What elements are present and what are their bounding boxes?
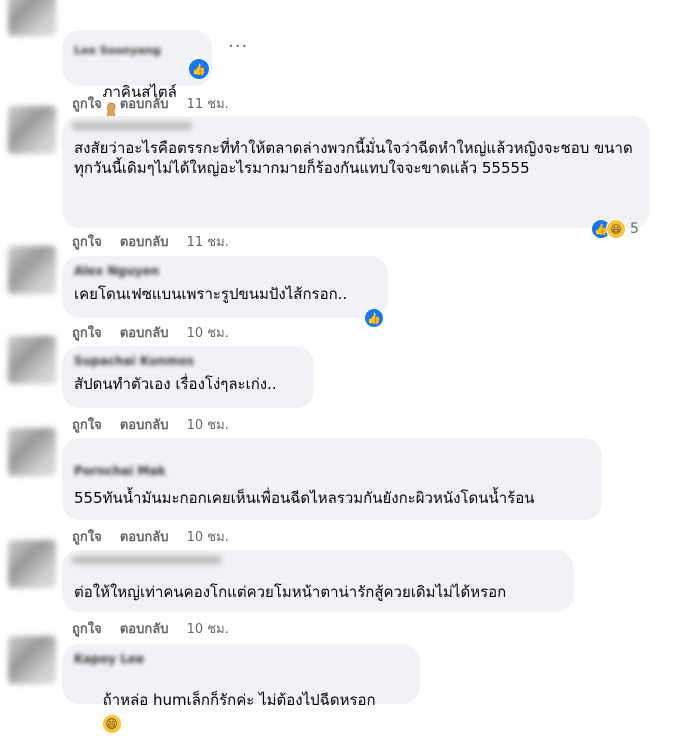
avatar[interactable] [8, 336, 56, 384]
comment-time[interactable]: 11 ชม. [187, 235, 229, 250]
avatar[interactable] [8, 636, 56, 684]
haha-icon: 😆 [606, 219, 626, 239]
comment-time[interactable]: 11 ชม. [187, 97, 229, 112]
like-action[interactable]: ถูกใจ [72, 326, 102, 341]
avatar[interactable] [8, 0, 56, 36]
avatar[interactable] [8, 428, 56, 476]
like-action[interactable]: ถูกใจ [72, 97, 102, 112]
comment-bubble: Pornchai Mak 555ทันน้ำมันมะกอกเคยเห็นเพื… [62, 438, 602, 520]
comment-actions: ถูกใจ ตอบกลับ 11 ชม. [72, 231, 243, 252]
comment-time[interactable]: 10 ชม. [187, 622, 229, 637]
comment-author[interactable]: Lee Soonyang [74, 44, 200, 58]
comment-time[interactable]: 10 ชม. [187, 530, 229, 545]
reaction-summary[interactable]: 👍 [364, 308, 384, 328]
reply-action[interactable]: ตอบกลับ [120, 418, 169, 433]
comment-time[interactable]: 10 ชม. [187, 418, 229, 433]
comment-actions: ถูกใจ ตอบกลับ 10 ชม. [72, 322, 243, 343]
avatar[interactable] [8, 106, 56, 154]
avatar[interactable] [8, 540, 56, 588]
comment-bubble: Kapoy Lee ถ้าหล่อ humเล็กก็รักค่ะ ไม่ต้อ… [62, 644, 420, 733]
like-icon: 👍 [364, 308, 384, 328]
comment-actions: ถูกใจ ตอบกลับ 10 ชม. [72, 618, 243, 639]
grin-icon: 😄 [102, 715, 121, 733]
comment-bubble: ต่อให้ใหญ่เท่าคนคองโกแต่ควยโมหน้าตาน่ารั… [62, 550, 574, 612]
comment-time[interactable]: 10 ชม. [187, 326, 229, 341]
more-options-icon[interactable]: ··· [228, 36, 248, 57]
reply-action[interactable]: ตอบกลับ [120, 97, 169, 112]
comment-text: ถ้าหล่อ humเล็กก็รักค่ะ ไม่ต้องไปฉีดหรอก [102, 691, 376, 709]
comment-bubble: Alex Nguyen เคยโดนเฟซแบนเพราะรูปขนมปังไส… [62, 256, 388, 318]
comment-text: ต่อให้ใหญ่เท่าคนคองโกแต่ควยโมหน้าตาน่ารั… [74, 583, 507, 601]
comment-author[interactable]: Kapoy Lee [74, 652, 408, 666]
like-action[interactable]: ถูกใจ [72, 622, 102, 637]
comment-bubble: Supachai Kunmos สัปดนทำตัวเอง เรื่องโง่ๆ… [62, 346, 314, 408]
comment-text: เคยโดนเฟซแบนเพราะรูปขนมปังไส้กรอก.. [74, 285, 348, 303]
comment-author[interactable]: Alex Nguyen [74, 264, 376, 278]
comment-bubble: สงสัยว่าอะไรคือตรรกะที่ทำให้ตลาดล่างพวกน… [62, 116, 650, 228]
avatar[interactable] [8, 246, 56, 294]
reply-action[interactable]: ตอบกลับ [120, 326, 169, 341]
comment-text: สงสัยว่าอะไรคือตรรกะที่ทำให้ตลาดล่างพวกน… [74, 139, 633, 177]
reply-action[interactable]: ตอบกลับ [120, 235, 169, 250]
comment-actions: ถูกใจ ตอบกลับ 10 ชม. [72, 526, 243, 547]
like-action[interactable]: ถูกใจ [72, 530, 102, 545]
comment-actions: ถูกใจ ตอบกลับ 10 ชม. [72, 414, 243, 435]
like-icon: 👍 [188, 58, 210, 80]
comment-author[interactable]: Supachai Kunmos [74, 354, 302, 368]
comment-author[interactable] [72, 122, 192, 130]
comment-author[interactable]: Pornchai Mak [74, 464, 590, 478]
comment-author[interactable] [72, 556, 222, 564]
like-action[interactable]: ถูกใจ [72, 235, 102, 250]
reaction-summary[interactable]: 👍 😆 5 [588, 218, 642, 240]
comment-text: 555ทันน้ำมันมะกอกเคยเห็นเพื่อนฉีดไหลรวมก… [74, 489, 535, 507]
reply-action[interactable]: ตอบกลับ [120, 622, 169, 637]
comment-actions: ถูกใจ ตอบกลับ 11 ชม. [72, 93, 243, 114]
like-action[interactable]: ถูกใจ [72, 418, 102, 433]
comment-text: สัปดนทำตัวเอง เรื่องโง่ๆละเก่ง.. [74, 375, 277, 393]
reaction-count: 5 [630, 221, 639, 237]
reply-action[interactable]: ตอบกลับ [120, 530, 169, 545]
reaction-summary[interactable]: 👍 [188, 58, 210, 80]
comment-bubble: Lee Soonyang ภาคินสไตล์ [62, 30, 212, 122]
